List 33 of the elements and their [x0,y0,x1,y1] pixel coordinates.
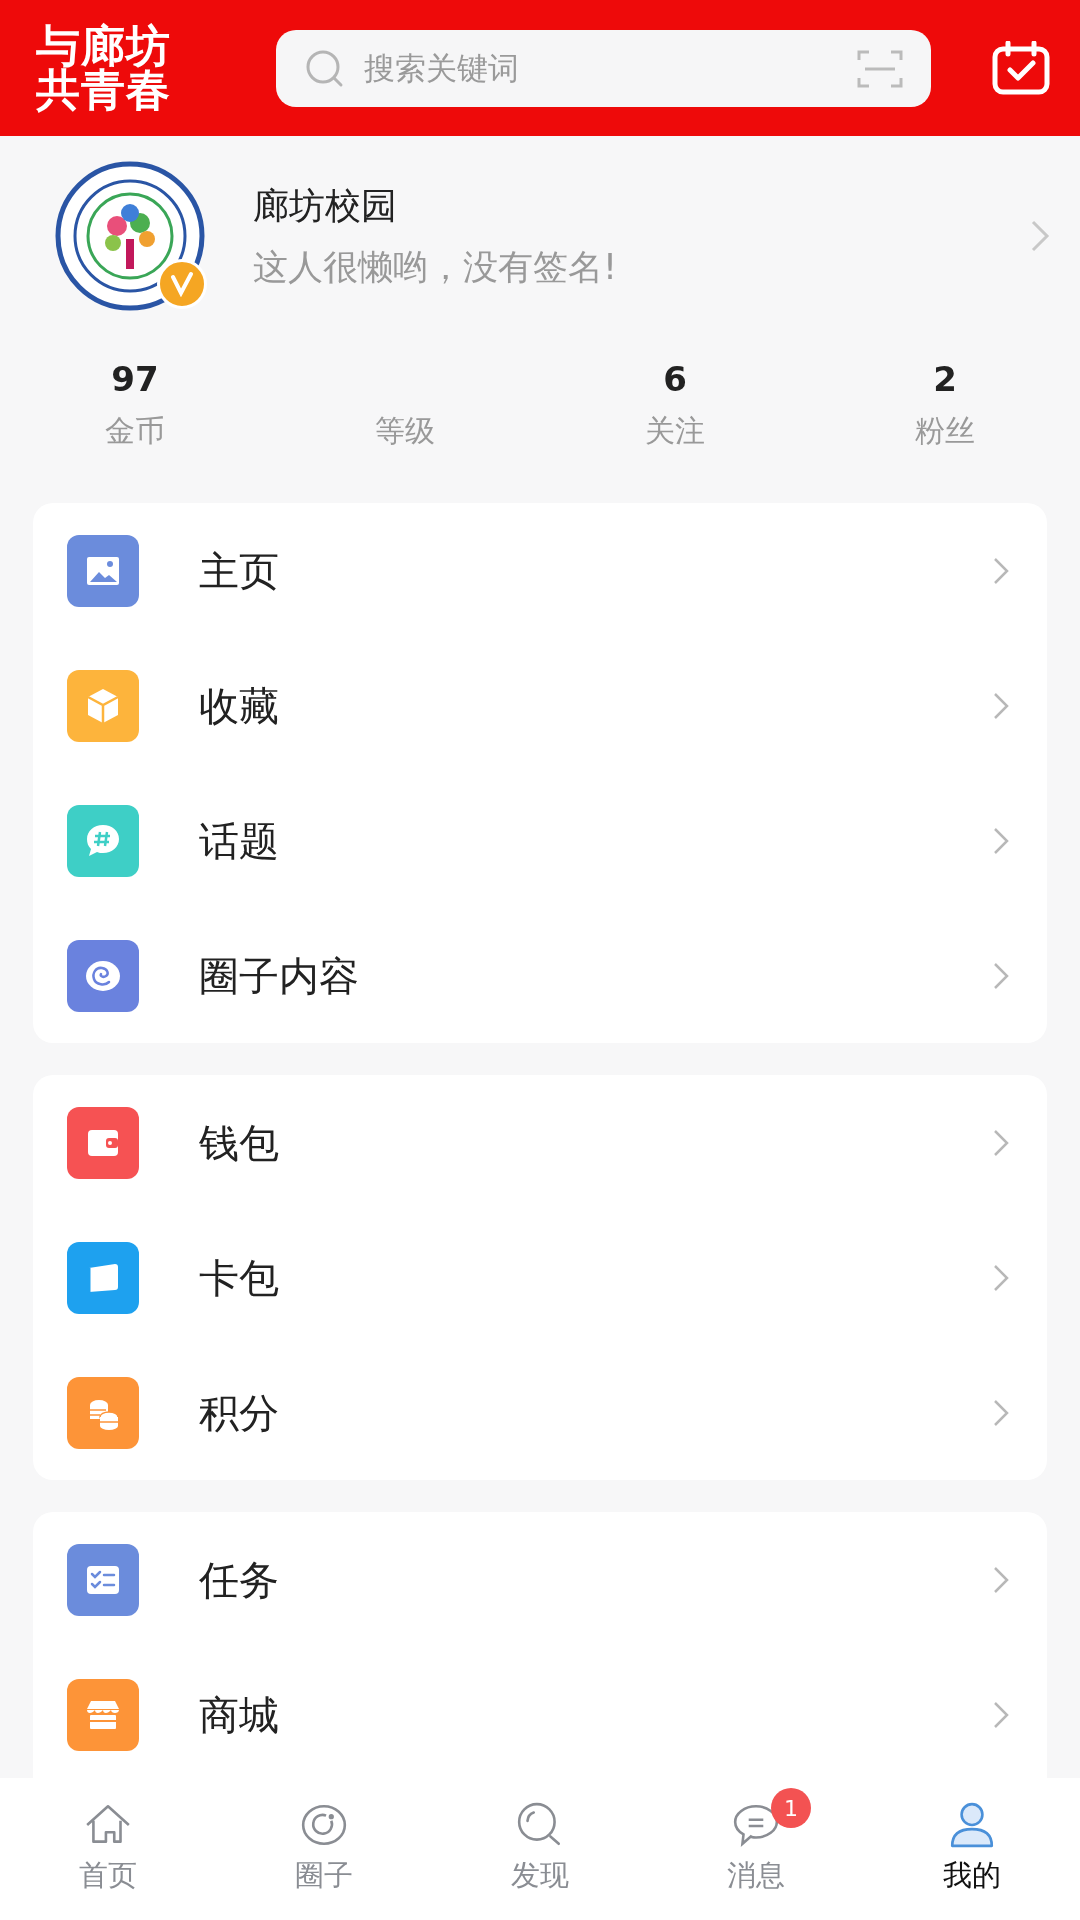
menu-item[interactable]: 积分 [33,1345,1047,1480]
chevron-right-icon [993,691,1009,720]
profile-signature: 这人很懒哟，没有签名! [253,245,619,289]
calendar-check-icon[interactable] [992,41,1050,95]
menu-item[interactable]: 钱包 [33,1075,1047,1210]
stat-value: 6 [662,358,688,401]
stat-label: 等级 [374,412,436,450]
chevron-right-icon [993,556,1009,585]
menu-item[interactable]: 圈子内容 [33,908,1047,1043]
chevron-right-icon [993,1700,1009,1729]
logo-text: 共青春 [36,68,172,112]
stat-label: 粉丝 [914,412,976,450]
chevron-right-icon [993,1398,1009,1427]
stat-value: 2 [932,358,958,401]
unread-badge: 1 [771,1788,811,1828]
menu-item[interactable]: 话题 [33,773,1047,908]
logo-text: 与廊坊 [36,24,172,68]
chevron-right-icon [993,1128,1009,1157]
menu-item[interactable]: 主页 [33,503,1047,638]
tab-item[interactable]: 我的 [864,1778,1080,1920]
menu-item[interactable]: 收藏 [33,638,1047,773]
profile-name: 廊坊校园 [253,183,398,228]
chevron-right-icon [993,826,1009,855]
chevron-right-icon [993,961,1009,990]
menu-item[interactable]: 卡包 [33,1210,1047,1345]
search-field[interactable]: 搜索关键词 [276,29,931,107]
chevron-right-icon [993,1565,1009,1594]
menu-item[interactable]: 任务 [33,1512,1047,1647]
stat-value: 97 [110,358,160,401]
chevron-right-icon[interactable] [1030,219,1050,253]
stat-label: 关注 [644,412,706,450]
chevron-right-icon [993,1263,1009,1292]
stat-label: 金币 [104,412,166,450]
